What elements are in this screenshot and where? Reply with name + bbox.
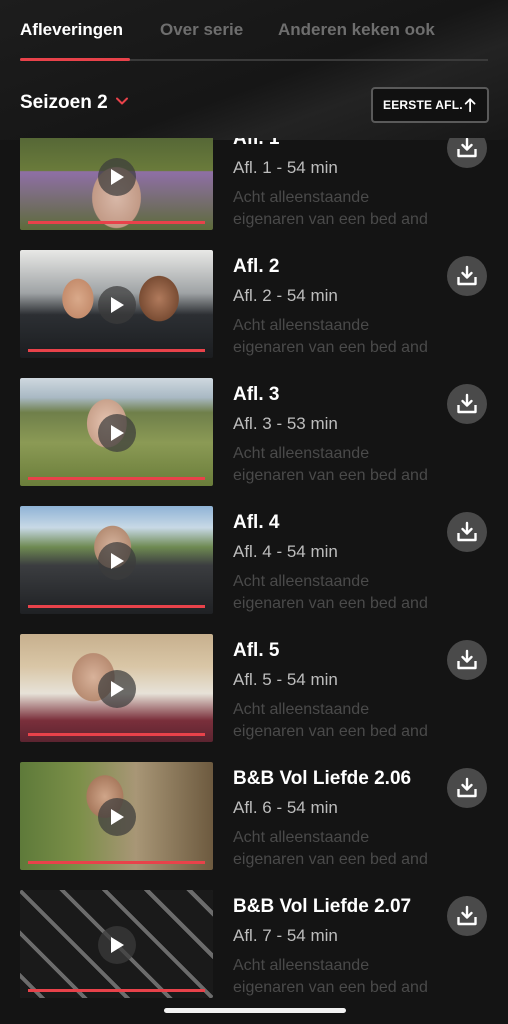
play-icon[interactable] — [98, 286, 136, 324]
tab-anderen-keken-ook[interactable]: Anderen keken ook — [278, 20, 435, 40]
download-button[interactable] — [447, 768, 487, 808]
episode-title: Afl. 5 — [233, 640, 280, 661]
download-button[interactable] — [447, 512, 487, 552]
episode-description: Acht alleenstaande eigenaren van een bed… — [233, 829, 428, 868]
download-button[interactable] — [447, 896, 487, 936]
download-icon — [457, 138, 477, 158]
chevron-down-icon — [115, 97, 128, 105]
episode-thumbnail[interactable] — [20, 250, 213, 358]
episode-thumbnail[interactable] — [20, 378, 213, 486]
episode-item-3[interactable]: Afl. 3 Afl. 3 - 53 min Acht alleenstaand… — [20, 378, 490, 486]
episode-item-1[interactable]: Afl. 1 Afl. 1 - 54 min Acht alleenstaand… — [20, 138, 490, 230]
episode-description: Acht alleenstaande eigenaren van een bed… — [233, 317, 428, 356]
episode-description: Acht alleenstaande eigenaren van een bed… — [233, 189, 428, 228]
episode-meta: Afl. 6 - 54 min — [233, 798, 338, 817]
watch-progress-bar — [28, 605, 205, 608]
watch-progress-bar — [28, 733, 205, 736]
play-icon[interactable] — [98, 542, 136, 580]
episode-title: Afl. 1 — [233, 138, 280, 149]
tab-afleveringen[interactable]: Afleveringen — [20, 20, 123, 40]
episode-meta: Afl. 3 - 53 min — [233, 414, 338, 433]
episode-description: Acht alleenstaande eigenaren van een bed… — [233, 701, 428, 740]
episode-title: Afl. 3 — [233, 384, 280, 405]
play-icon[interactable] — [98, 670, 136, 708]
episode-thumbnail[interactable] — [20, 762, 213, 870]
tab-over-serie[interactable]: Over serie — [160, 20, 243, 40]
download-icon — [457, 905, 477, 926]
tab-bar: Afleveringen Over serie Anderen keken oo… — [20, 20, 488, 62]
active-tab-indicator — [20, 58, 130, 61]
watch-progress-bar — [28, 477, 205, 480]
episode-title: B&B Vol Liefde 2.07 — [233, 896, 412, 917]
episode-meta: Afl. 2 - 54 min — [233, 286, 338, 305]
episode-title: Afl. 2 — [233, 256, 280, 277]
download-icon — [457, 777, 477, 798]
episode-item-5[interactable]: Afl. 5 Afl. 5 - 54 min Acht alleenstaand… — [20, 634, 490, 742]
download-button[interactable] — [447, 640, 487, 680]
arrow-up-icon — [464, 98, 476, 113]
play-icon[interactable] — [98, 798, 136, 836]
play-icon[interactable] — [98, 414, 136, 452]
download-icon — [457, 649, 477, 670]
watch-progress-bar — [28, 861, 205, 864]
episode-thumbnail[interactable] — [20, 634, 213, 742]
download-button[interactable] — [447, 256, 487, 296]
watch-progress-bar — [28, 989, 205, 992]
episode-description: Acht alleenstaande eigenaren van een bed… — [233, 573, 428, 612]
first-episode-button[interactable]: EERSTE AFL. — [371, 87, 489, 123]
episode-title: Afl. 4 — [233, 512, 280, 533]
play-icon[interactable] — [98, 158, 136, 196]
episode-thumbnail[interactable] — [20, 506, 213, 614]
episode-title: B&B Vol Liefde 2.06 — [233, 768, 412, 789]
episode-meta: Afl. 1 - 54 min — [233, 158, 338, 177]
season-label: Seizoen 2 — [20, 92, 108, 113]
episode-item-7[interactable]: B&B Vol Liefde 2.07 Afl. 7 - 54 min Acht… — [20, 890, 490, 998]
episode-description: Acht alleenstaande eigenaren van een bed… — [233, 445, 428, 484]
download-icon — [457, 393, 477, 414]
episode-item-2[interactable]: Afl. 2 Afl. 2 - 54 min Acht alleenstaand… — [20, 250, 490, 358]
download-icon — [457, 265, 477, 286]
episode-meta: Afl. 5 - 54 min — [233, 670, 338, 689]
episode-meta: Afl. 7 - 54 min — [233, 926, 338, 945]
season-selector[interactable]: Seizoen 2 — [20, 92, 128, 114]
episode-thumbnail[interactable] — [20, 890, 213, 998]
episode-thumbnail[interactable] — [20, 138, 213, 230]
episode-item-6[interactable]: B&B Vol Liefde 2.06 Afl. 6 - 54 min Acht… — [20, 762, 490, 870]
top-header: Afleveringen Over serie Anderen keken oo… — [0, 0, 508, 140]
first-episode-label: EERSTE AFL. — [383, 98, 463, 112]
watch-progress-bar — [28, 349, 205, 352]
download-button[interactable] — [447, 138, 487, 168]
download-icon — [457, 521, 477, 542]
episode-meta: Afl. 4 - 54 min — [233, 542, 338, 561]
download-button[interactable] — [447, 384, 487, 424]
episode-description: Acht alleenstaande eigenaren van een bed… — [233, 957, 428, 996]
episode-list[interactable]: Afl. 1 Afl. 1 - 54 min Acht alleenstaand… — [0, 138, 508, 1008]
episode-item-4[interactable]: Afl. 4 Afl. 4 - 54 min Acht alleenstaand… — [20, 506, 490, 614]
play-icon[interactable] — [98, 926, 136, 964]
watch-progress-bar — [28, 221, 205, 224]
home-indicator[interactable] — [164, 1008, 346, 1013]
